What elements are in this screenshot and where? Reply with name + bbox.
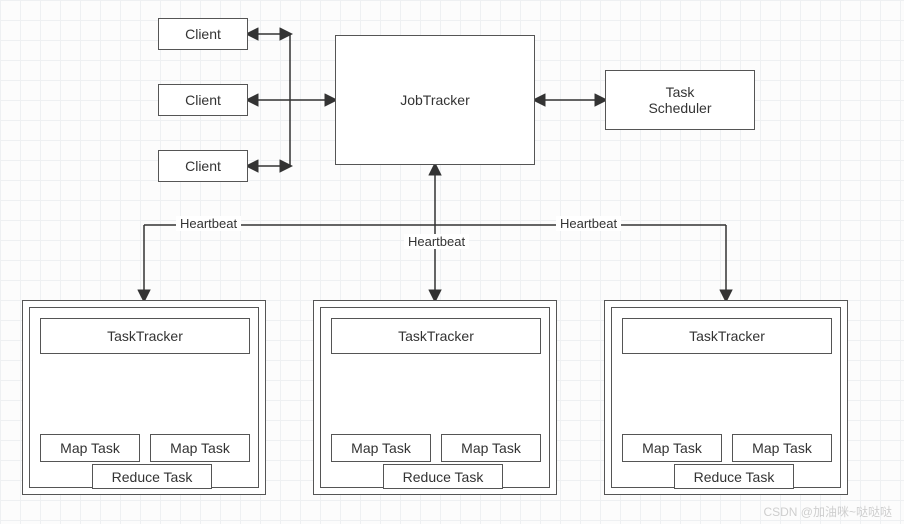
client-label-1: Client	[185, 26, 221, 42]
reducetask-box-1: Reduce Task	[92, 464, 212, 489]
client-box-1: Client	[158, 18, 248, 50]
maptask-box-3a: Map Task	[622, 434, 722, 462]
tasktracker-label-1: TaskTracker	[107, 328, 183, 344]
heartbeat-label-3: Heartbeat	[556, 216, 621, 231]
maptask-box-2b: Map Task	[441, 434, 541, 462]
maptask-box-2a: Map Task	[331, 434, 431, 462]
heartbeat-label-2: Heartbeat	[404, 234, 469, 249]
reducetask-label-2: Reduce Task	[403, 469, 484, 485]
scheduler-box: Task Scheduler	[605, 70, 755, 130]
maptask-label-3a: Map Task	[642, 440, 702, 456]
node-inner-2: TaskTracker Map Task Map Task Reduce Tas…	[320, 307, 550, 488]
maptask-label-2a: Map Task	[351, 440, 411, 456]
maptask-box-3b: Map Task	[732, 434, 832, 462]
tasktracker-label-3: TaskTracker	[689, 328, 765, 344]
maptask-box-1b: Map Task	[150, 434, 250, 462]
reducetask-label-3: Reduce Task	[694, 469, 775, 485]
maptask-label-1b: Map Task	[170, 440, 230, 456]
tasktracker-box-1: TaskTracker	[40, 318, 250, 354]
maptask-box-1a: Map Task	[40, 434, 140, 462]
heartbeat-label-1: Heartbeat	[176, 216, 241, 231]
jobtracker-box: JobTracker	[335, 35, 535, 165]
jobtracker-label: JobTracker	[400, 92, 470, 108]
tasktracker-label-2: TaskTracker	[398, 328, 474, 344]
client-label-2: Client	[185, 92, 221, 108]
tasktracker-box-3: TaskTracker	[622, 318, 832, 354]
client-box-2: Client	[158, 84, 248, 116]
node-inner-1: TaskTracker Map Task Map Task Reduce Tas…	[29, 307, 259, 488]
reducetask-box-2: Reduce Task	[383, 464, 503, 489]
maptask-label-2b: Map Task	[461, 440, 521, 456]
node-container-2: TaskTracker Map Task Map Task Reduce Tas…	[313, 300, 557, 495]
node-container-1: TaskTracker Map Task Map Task Reduce Tas…	[22, 300, 266, 495]
maptask-label-3b: Map Task	[752, 440, 812, 456]
reducetask-label-1: Reduce Task	[112, 469, 193, 485]
client-box-3: Client	[158, 150, 248, 182]
node-container-3: TaskTracker Map Task Map Task Reduce Tas…	[604, 300, 848, 495]
maptask-label-1a: Map Task	[60, 440, 120, 456]
reducetask-box-3: Reduce Task	[674, 464, 794, 489]
tasktracker-box-2: TaskTracker	[331, 318, 541, 354]
client-label-3: Client	[185, 158, 221, 174]
watermark: CSDN @加油咪~哒哒哒	[763, 503, 892, 520]
node-inner-3: TaskTracker Map Task Map Task Reduce Tas…	[611, 307, 841, 488]
scheduler-label: Task Scheduler	[648, 84, 711, 116]
